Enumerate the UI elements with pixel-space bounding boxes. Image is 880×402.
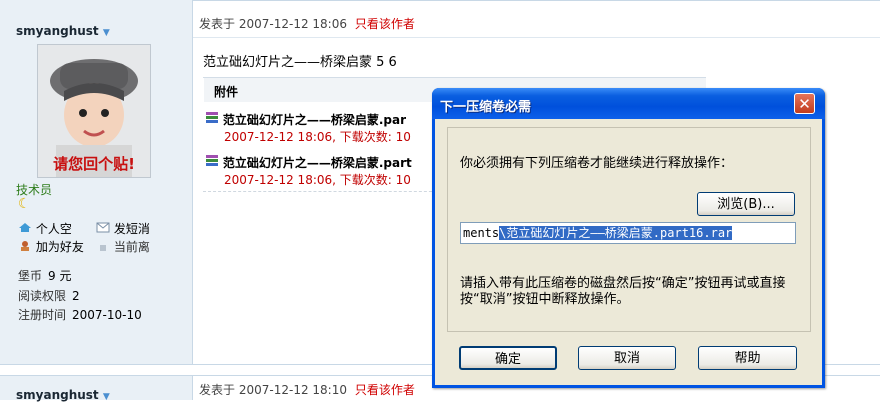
stat-coins: 堡币 9 元 (18, 269, 72, 283)
help-button[interactable]: 帮助 (698, 346, 797, 370)
avatar[interactable]: 请您回个贴! (37, 44, 151, 178)
status-icon (100, 245, 106, 251)
attachment-label: 附件 (214, 85, 239, 99)
send-pm-link[interactable]: 发短消 (96, 220, 150, 237)
post-title: 范立础幻灯片之——桥梁启蒙 5 6 (203, 55, 397, 70)
browse-button[interactable]: 浏览(B)... (697, 192, 795, 216)
attachment-item[interactable]: 范立础幻灯片之——桥梁启蒙.part (205, 154, 412, 171)
add-friend-icon (21, 241, 29, 251)
author-name[interactable]: smyanghust (16, 24, 99, 38)
home-icon (19, 223, 31, 232)
volume-path-field[interactable]: ments\范立础幻灯片之——桥梁启蒙.part16.rar (460, 222, 796, 244)
stat-read: 阅读权限 2 (18, 289, 80, 303)
path-selection: \范立础幻灯片之——桥梁启蒙.part16.rar (499, 226, 733, 240)
dialog-message: 你必须拥有下列压缩卷才能继续进行释放操作： (460, 156, 734, 171)
dialog-title: 下一压缩卷必需 (440, 100, 532, 115)
only-author-link[interactable]: 只看该作者 (355, 17, 415, 31)
add-friend-link[interactable]: 加为好友 (18, 238, 84, 255)
chevron-down-icon[interactable]: ▼ (103, 28, 110, 38)
attachment-name[interactable]: 范立础幻灯片之——桥梁启蒙.par (223, 113, 406, 127)
attachment-meta: 2007-12-12 18:06, 下载次数: 10 (224, 173, 411, 187)
rar-file-icon (206, 112, 218, 123)
moon-icon: ☾ (18, 196, 31, 212)
avatar-image: 请您回个贴! (38, 45, 150, 177)
attachment-item[interactable]: 范立础幻灯片之——桥梁启蒙.par (205, 111, 406, 128)
chevron-down-icon[interactable]: ▼ (103, 392, 110, 402)
close-icon[interactable]: ✕ (794, 93, 815, 114)
envelope-icon (96, 222, 110, 233)
post-timestamp: 发表于 2007-12-12 18:06 只看该作者 (199, 17, 415, 31)
attachment-meta: 2007-12-12 18:06, 下载次数: 10 (224, 130, 411, 144)
svg-text:请您回个贴!: 请您回个贴! (53, 155, 135, 173)
rar-file-icon (206, 155, 218, 166)
dialog-instruction: 请插入带有此压缩卷的磁盘然后按“确定”按钮再试或直接按“取消”按钮中断释放操作。 (460, 276, 786, 307)
attachment-name[interactable]: 范立础幻灯片之——桥梁启蒙.part (223, 156, 412, 170)
space-link[interactable]: 个人空 (18, 220, 72, 237)
stat-registered: 注册时间 2007-10-10 (18, 308, 142, 322)
only-author-link[interactable]: 只看该作者 (355, 383, 415, 397)
path-prefix: ments (463, 226, 500, 240)
post-timestamp-2: 发表于 2007-12-12 18:10 只看该作者 (199, 383, 415, 397)
post-header-divider (193, 37, 880, 38)
ok-button[interactable]: 确定 (459, 346, 557, 370)
cancel-button[interactable]: 取消 (578, 346, 676, 370)
author-username[interactable]: smyanghust ▼ (16, 24, 110, 38)
status-current: 当前离 (96, 238, 150, 255)
